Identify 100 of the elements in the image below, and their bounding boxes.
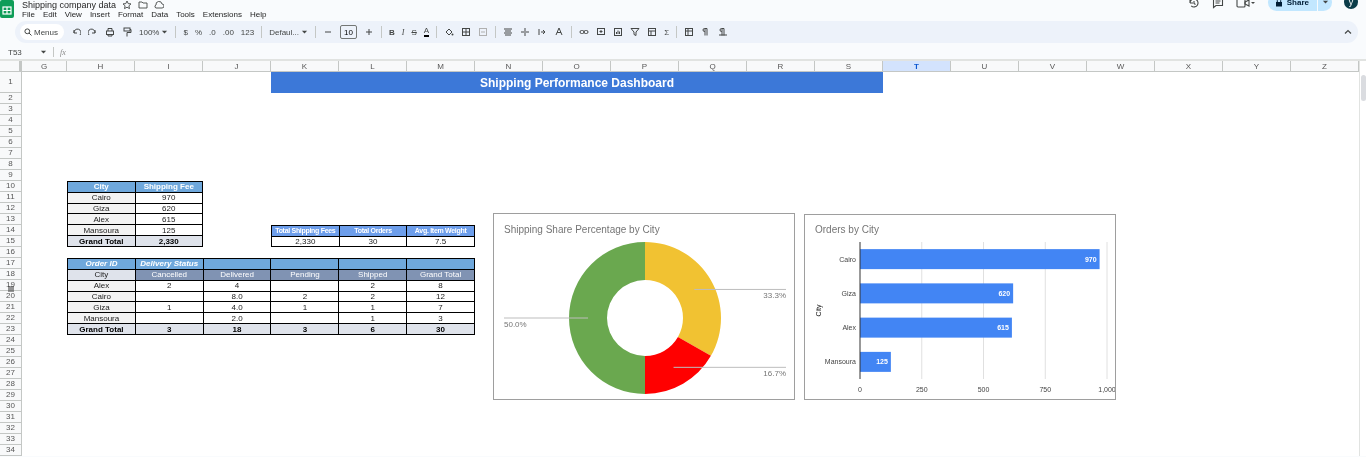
text-style-button[interactable]: S (411, 27, 417, 37)
history-icon[interactable] (1187, 0, 1200, 9)
row-header[interactable]: 13 (0, 214, 22, 225)
row-header[interactable]: 29 (0, 390, 22, 401)
row-header[interactable]: 10 (0, 181, 22, 192)
column-header[interactable]: H (67, 61, 135, 72)
column-header[interactable]: I (135, 61, 203, 72)
row-header[interactable]: 6 (0, 137, 22, 148)
format-button[interactable]: .0 (209, 27, 216, 37)
font-dropdown[interactable]: Defaul... (269, 27, 308, 37)
row-header[interactable]: 31 (0, 412, 22, 423)
column-header[interactable]: O (543, 61, 611, 72)
column-header[interactable]: S (815, 61, 883, 72)
folder-icon[interactable] (138, 0, 149, 10)
row-header[interactable]: 32 (0, 423, 22, 434)
caret-icon[interactable] (40, 48, 47, 56)
row-header[interactable]: 28 (0, 379, 22, 390)
column-header[interactable]: N (475, 61, 543, 72)
fill-color-icon[interactable] (444, 27, 455, 37)
row-header[interactable]: 23 (0, 324, 22, 335)
collapse-icon[interactable] (1343, 27, 1353, 37)
row-header[interactable]: 30 (0, 401, 22, 412)
column-header[interactable]: Q (679, 61, 747, 72)
cloud-icon[interactable] (154, 0, 165, 10)
document-title[interactable]: Shipping company data (22, 0, 117, 10)
text-style-button[interactable]: B (389, 27, 395, 37)
row-header[interactable]: 18 (0, 269, 22, 280)
row-header[interactable]: 8 (0, 159, 22, 170)
redo-icon[interactable] (88, 27, 98, 37)
column-header[interactable]: P (611, 61, 679, 72)
column-header[interactable]: M (407, 61, 475, 72)
row-header[interactable]: 11 (0, 192, 22, 203)
merge-cells-icon[interactable] (478, 27, 489, 37)
column-header[interactable]: L (339, 61, 407, 72)
row-header[interactable]: 12 (0, 203, 22, 214)
row-header[interactable]: 25 (0, 346, 22, 357)
row-header[interactable]: 4 (0, 115, 22, 126)
row-header[interactable]: 21 (0, 302, 22, 313)
share-button[interactable]: Share (1267, 0, 1317, 11)
text-style-button[interactable]: A (423, 27, 430, 37)
name-box[interactable]: T53 (8, 47, 34, 57)
chart-icon[interactable] (613, 27, 624, 37)
text-style-button[interactable]: I (401, 27, 405, 37)
row-header[interactable]: 27 (0, 368, 22, 379)
font-size-field[interactable]: 10 (340, 25, 357, 39)
row-header[interactable]: 17 (0, 258, 22, 269)
row-header[interactable]: 24 (0, 335, 22, 346)
row-header[interactable]: 33 (0, 434, 22, 445)
sheets-logo-icon[interactable] (0, 0, 14, 18)
column-header[interactable]: G (22, 61, 67, 72)
borders-icon[interactable] (461, 27, 472, 37)
filter-icon[interactable] (630, 27, 641, 37)
format-button[interactable]: % (194, 27, 203, 37)
menu-item[interactable]: Extensions (202, 10, 242, 19)
row-header[interactable]: 1 (0, 72, 22, 93)
row-header[interactable]: 7 (0, 148, 22, 159)
menu-item[interactable]: Insert (89, 10, 110, 19)
column-header[interactable]: Y (1223, 61, 1291, 72)
row-header[interactable]: 15 (0, 236, 22, 247)
column-header[interactable]: X (1155, 61, 1223, 72)
menu-item[interactable]: Format (117, 10, 144, 19)
text-wrap-icon[interactable] (537, 27, 548, 37)
add-comment-icon[interactable] (596, 27, 607, 37)
row-header[interactable]: 14 (0, 225, 22, 236)
menu-item[interactable]: Help (250, 10, 267, 19)
comment-icon[interactable] (1211, 0, 1224, 9)
functions-button[interactable]: Σ (664, 27, 670, 37)
text-rotation-icon[interactable] (554, 27, 565, 37)
row-header[interactable]: 34 (0, 445, 22, 456)
column-header[interactable]: T (883, 61, 951, 72)
menu-item[interactable]: Data (151, 10, 169, 19)
star-icon[interactable] (122, 0, 133, 10)
column-header[interactable]: Z (1291, 61, 1359, 72)
column-header[interactable]: R (747, 61, 815, 72)
zoom-dropdown[interactable]: 100% (139, 27, 169, 37)
format-button[interactable]: .00 (222, 27, 234, 37)
row-header[interactable]: 5 (0, 126, 22, 137)
row-header[interactable]: 20 (0, 291, 22, 302)
print-icon[interactable] (105, 27, 115, 37)
row-header[interactable]: 3 (0, 104, 22, 115)
plus-icon[interactable] (364, 27, 374, 37)
column-header[interactable]: W (1087, 61, 1155, 72)
video-camera-icon[interactable] (1235, 0, 1256, 9)
column-header[interactable]: J (203, 61, 271, 72)
format-button[interactable]: 123 (240, 27, 255, 37)
paint-format-icon[interactable] (122, 27, 132, 37)
row-header[interactable]: 9 (0, 170, 22, 181)
menu-item[interactable]: Tools (176, 10, 195, 19)
row-header[interactable]: 2 (0, 93, 22, 104)
row-header[interactable]: 26 (0, 357, 22, 368)
menu-item[interactable]: View (64, 10, 82, 19)
search-field[interactable]: Menus (20, 24, 64, 40)
column-header[interactable]: U (951, 61, 1019, 72)
avatar[interactable]: y (1344, 0, 1358, 9)
column-header[interactable]: V (1019, 61, 1087, 72)
link-icon[interactable] (579, 27, 590, 37)
scrollbar-thumb[interactable] (1361, 75, 1366, 101)
undo-icon[interactable] (71, 27, 81, 37)
column-header[interactable]: K (271, 61, 339, 72)
menu-item[interactable]: File (22, 10, 35, 19)
